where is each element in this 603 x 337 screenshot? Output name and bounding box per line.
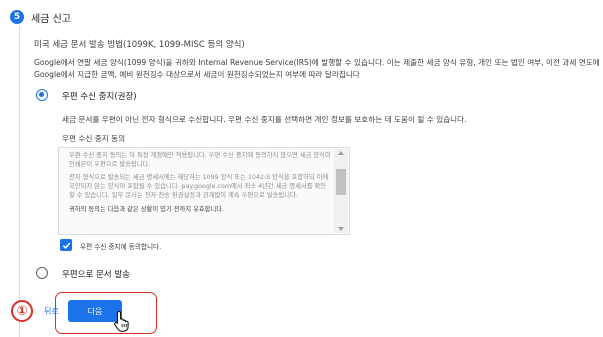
step-marker-badge: ①: [11, 300, 33, 322]
electronic-delivery-label[interactable]: 우편 수신 중지(권장): [62, 90, 137, 102]
mail-delivery-radio[interactable]: [36, 267, 48, 279]
consent-text-box[interactable]: 우편 수신 중지 동의는 이 특정 계정에만 적용됩니다. 우편 수신 중지에 …: [58, 147, 350, 235]
step-title: 세금 신고: [31, 13, 71, 25]
consent-paragraph: 전자 형식으로 발송되는 세금 명세서에는 해당하는 1099 양식 또는 10…: [69, 174, 329, 199]
electronic-delivery-description: 세금 문서를 우편이 아닌 전자 형식으로 수신합니다. 우편 수신 중지를 선…: [62, 115, 467, 124]
consent-checkbox-label[interactable]: 우편 수신 중지에 동의합니다.: [80, 241, 161, 251]
back-link[interactable]: 뒤로: [44, 306, 59, 317]
delivery-section-title: 미국 세금 문서 발송 방법(1099K, 1099-MISC 등의 양식): [34, 40, 245, 50]
scroll-thumb[interactable]: [336, 169, 346, 195]
mail-delivery-label[interactable]: 우편으로 문서 발송: [62, 268, 130, 280]
consent-checkbox[interactable]: [60, 239, 72, 251]
step-content: 미국 세금 문서 발송 방법(1099K, 1099-MISC 등의 양식) G…: [19, 26, 603, 337]
hand-cursor-icon: [114, 310, 129, 332]
electronic-delivery-radio[interactable]: [36, 89, 48, 101]
scroll-up-icon[interactable]: [338, 151, 344, 155]
consent-title: 우편 수신 중지 동의: [62, 134, 126, 143]
scroll-down-icon[interactable]: [338, 227, 344, 231]
consent-text: 우편 수신 중지 동의는 이 특정 계정에만 적용됩니다. 우편 수신 중지에 …: [69, 152, 331, 219]
consent-paragraph: 우편 수신 중지 동의는 이 특정 계정에만 적용됩니다. 우편 수신 중지에 …: [69, 152, 331, 168]
consent-paragraph: 귀하의 동의는 다음과 같은 상황이 있기 전까지 유효합니다.: [69, 205, 225, 213]
checkmark-icon: [62, 242, 70, 249]
consent-scrollbar[interactable]: [334, 149, 348, 233]
step-header: 5 세금 신고: [10, 8, 71, 26]
step-number-badge: 5: [10, 10, 24, 24]
delivery-description: Google에서 연말 세금 양식(1099 양식)을 귀하와 Internal…: [34, 58, 600, 79]
